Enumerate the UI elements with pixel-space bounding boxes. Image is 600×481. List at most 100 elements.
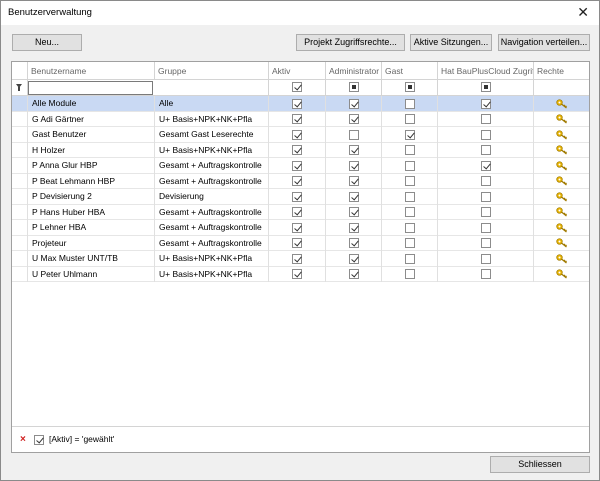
cloud-checkbox[interactable] [481,222,491,233]
row-indicator[interactable] [12,173,28,189]
cloud-checkbox[interactable] [481,207,491,217]
cloud-checkbox[interactable] [481,114,491,124]
cloud-checkbox[interactable] [481,129,491,140]
guest-cell[interactable] [382,127,438,143]
active-cell[interactable] [269,111,326,127]
group-cell[interactable]: Gesamt + Auftragskontrolle [155,235,269,251]
header-admin[interactable]: Administrator [326,62,382,80]
username-cell[interactable]: U Max Muster UNT/TB [28,251,155,267]
admin-cell[interactable] [326,96,382,112]
key-icon[interactable] [556,253,568,264]
header-username[interactable]: Benutzername [28,62,155,80]
row-indicator[interactable] [12,142,28,158]
table-row[interactable]: P Beat Lehmann HBP Gesamt + Auftragskontr… [12,173,589,189]
active-checkbox[interactable] [292,114,302,124]
group-cell[interactable]: Devisierung [155,189,269,205]
active-cell[interactable] [269,204,326,220]
active-checkbox[interactable] [292,160,302,171]
guest-checkbox[interactable] [405,176,415,186]
table-row[interactable]: P Devisierung 2 Devisierung [12,189,589,205]
username-cell[interactable]: H Holzer [28,142,155,158]
username-cell[interactable]: Projeteur [28,235,155,251]
cloud-checkbox[interactable] [481,191,491,202]
rights-cell[interactable] [534,236,589,252]
guest-checkbox[interactable] [405,222,415,233]
group-cell[interactable]: U+ Basis+NPK+NK+Pfla [155,142,269,158]
row-indicator[interactable] [12,189,28,205]
key-icon[interactable] [556,191,568,202]
guest-cell[interactable] [382,142,438,158]
cloud-cell[interactable] [438,220,534,236]
guest-cell[interactable] [382,96,438,112]
admin-checkbox[interactable] [349,114,359,124]
group-cell[interactable]: Gesamt Gast Leserechte [155,127,269,143]
active-cell[interactable] [269,127,326,143]
admin-cell[interactable] [326,266,382,282]
guest-cell[interactable] [382,158,438,174]
filter-guest-checkbox[interactable] [405,82,415,92]
username-cell[interactable]: P Lehner HBA [28,220,155,236]
row-indicator[interactable] [12,220,28,236]
rights-cell[interactable] [534,96,589,112]
guest-checkbox[interactable] [405,145,415,155]
guest-checkbox[interactable] [405,98,415,109]
admin-checkbox[interactable] [349,176,359,186]
new-user-button[interactable]: Neu... [12,34,82,51]
username-cell[interactable]: P Hans Huber HBA [28,204,155,220]
table-row[interactable]: G Adi Gärtner U+ Basis+NPK+NK+Pfla [12,111,589,127]
cloud-checkbox[interactable] [481,98,491,109]
admin-checkbox[interactable] [349,269,359,279]
row-indicator[interactable] [12,127,28,143]
active-cell[interactable] [269,266,326,282]
admin-checkbox[interactable] [349,145,359,155]
navigation-distribute-button[interactable]: Navigation verteilen... [498,34,590,51]
group-cell[interactable]: U+ Basis+NPK+NK+Pfla [155,251,269,267]
filter-expression[interactable]: [Aktiv] = 'gewählt' [49,434,114,444]
key-icon[interactable] [556,114,568,124]
clear-filter-icon[interactable]: × [20,434,26,445]
admin-checkbox[interactable] [349,98,359,109]
guest-cell[interactable] [382,111,438,127]
cloud-cell[interactable] [438,127,534,143]
key-icon[interactable] [556,238,568,248]
group-cell[interactable]: Alle [155,96,269,112]
active-cell[interactable] [269,158,326,174]
admin-checkbox[interactable] [349,160,359,171]
admin-checkbox[interactable] [349,207,359,217]
key-icon[interactable] [556,222,568,233]
admin-checkbox[interactable] [349,238,359,248]
cloud-cell[interactable] [438,251,534,267]
active-cell[interactable] [269,235,326,251]
username-cell[interactable]: U Peter Uhlmann [28,266,155,282]
username-cell[interactable]: G Adi Gärtner [28,111,155,127]
table-row[interactable]: U Peter Uhlmann U+ Basis+NPK+NK+Pfla [12,266,589,282]
key-icon[interactable] [556,207,568,217]
guest-cell[interactable] [382,189,438,205]
project-rights-button[interactable]: Projekt Zugriffsrechte... [296,34,405,51]
group-cell[interactable]: Gesamt + Auftragskontrolle [155,158,269,174]
active-cell[interactable] [269,96,326,112]
header-rights[interactable]: Rechte [534,62,589,80]
filter-active-checkbox[interactable] [292,82,302,92]
active-checkbox[interactable] [292,238,302,248]
group-filter-cell[interactable] [155,80,269,96]
active-checkbox[interactable] [292,253,302,264]
cloud-cell[interactable] [438,96,534,112]
row-indicator[interactable] [12,251,28,267]
close-icon[interactable]: ✕ [577,4,589,20]
active-cell[interactable] [269,251,326,267]
header-cloud[interactable]: Hat BauPlusCloud Zugriff [438,62,534,80]
rights-cell[interactable] [534,127,589,143]
active-checkbox[interactable] [292,129,302,140]
guest-checkbox[interactable] [405,238,415,248]
admin-cell[interactable] [326,158,382,174]
guest-checkbox[interactable] [405,253,415,264]
guest-checkbox[interactable] [405,114,415,124]
admin-cell[interactable] [326,189,382,205]
guest-cell[interactable] [382,266,438,282]
header-group[interactable]: Gruppe [155,62,269,80]
admin-checkbox[interactable] [349,129,359,140]
active-checkbox[interactable] [292,207,302,217]
active-cell[interactable] [269,173,326,189]
guest-cell[interactable] [382,251,438,267]
